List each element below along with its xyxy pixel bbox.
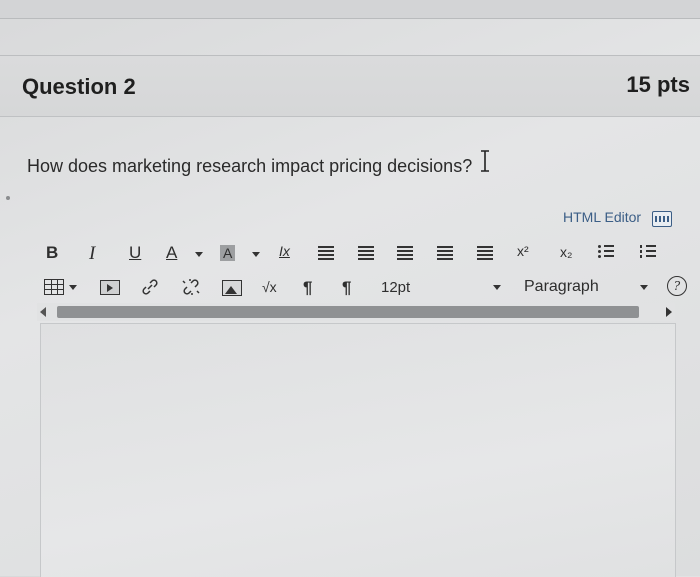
italic-button[interactable]: I: [89, 244, 95, 263]
underline-button[interactable]: U: [129, 244, 141, 261]
link-icon[interactable]: [141, 278, 159, 296]
help-icon[interactable]: ?: [667, 276, 687, 296]
font-color-button[interactable]: A: [166, 244, 177, 261]
scroll-right-icon[interactable]: [666, 307, 672, 317]
html-editor-link[interactable]: HTML Editor: [563, 209, 641, 225]
align-left-icon[interactable]: [318, 246, 334, 260]
bold-button[interactable]: B: [46, 244, 58, 261]
question-title: Question 2: [22, 74, 136, 99]
keyboard-icon[interactable]: [652, 211, 672, 227]
page-dot: [6, 196, 10, 200]
text-cursor-icon: [481, 150, 489, 172]
question-text: How does marketing research impact prici…: [27, 156, 473, 176]
block-format-dropdown-icon[interactable]: [640, 285, 648, 290]
font-color-dropdown-icon[interactable]: [195, 252, 203, 257]
block-format-select[interactable]: Paragraph: [524, 278, 599, 296]
top-band: [0, 0, 700, 19]
table-icon[interactable]: [44, 279, 64, 295]
scrollbar-thumb[interactable]: [57, 306, 639, 318]
media-icon[interactable]: [100, 280, 120, 295]
align-center-icon[interactable]: [358, 246, 374, 260]
superscript-button[interactable]: x²: [517, 244, 529, 258]
rich-text-editor-area[interactable]: [40, 323, 676, 577]
question-points: 15 pts: [626, 72, 690, 97]
equation-button[interactable]: √x: [262, 280, 277, 294]
background-color-button[interactable]: A: [220, 245, 236, 261]
bullet-list-icon[interactable]: [598, 244, 614, 258]
background-color-dropdown-icon[interactable]: [252, 252, 260, 257]
indent-icon[interactable]: [477, 246, 493, 260]
font-size-select[interactable]: 12pt: [381, 279, 410, 296]
table-dropdown-icon[interactable]: [69, 285, 77, 290]
align-right-icon[interactable]: [397, 246, 413, 260]
clear-formatting-button[interactable]: Ix: [279, 244, 290, 258]
font-size-dropdown-icon[interactable]: [493, 285, 501, 290]
subscript-button[interactable]: x₂: [560, 245, 572, 259]
unlink-icon[interactable]: [181, 278, 201, 296]
image-icon[interactable]: [222, 280, 242, 296]
outdent-icon[interactable]: [437, 246, 453, 260]
numbered-list-icon[interactable]: [640, 244, 656, 258]
scroll-left-icon[interactable]: [40, 307, 46, 317]
ltr-button[interactable]: ¶: [303, 279, 312, 296]
rtl-button[interactable]: ¶: [342, 279, 351, 296]
